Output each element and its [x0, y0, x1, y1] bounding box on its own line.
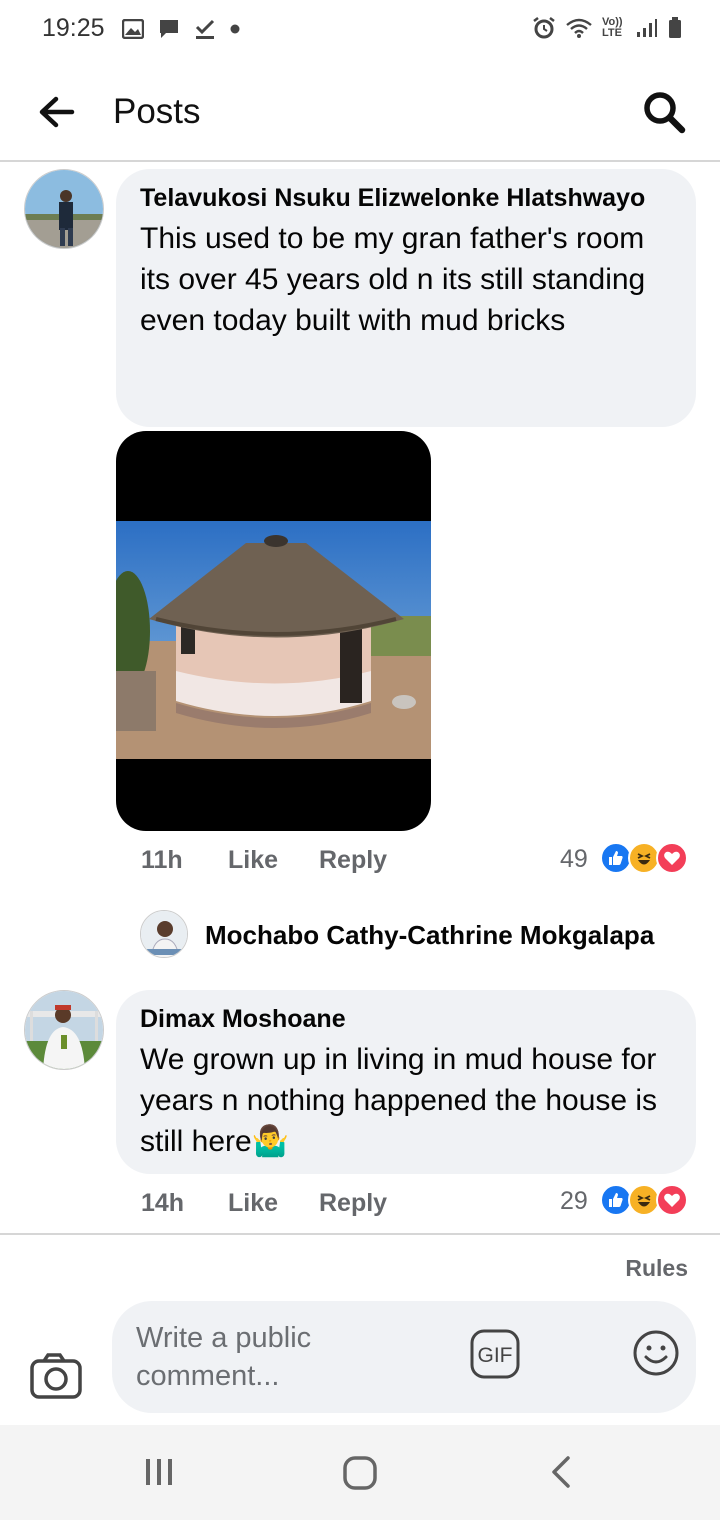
status-bar: 19:25 Vo)) LTE [0, 0, 720, 62]
system-nav-bar [0, 1425, 720, 1520]
image-icon [122, 19, 144, 39]
gif-icon[interactable]: GIF [470, 1329, 520, 1379]
love-icon [656, 1184, 688, 1216]
shrug-emoji: 🤷‍♂️ [251, 1125, 290, 1158]
rules-link[interactable]: Rules [625, 1255, 688, 1282]
reply-author[interactable]: Mochabo Cathy-Cathrine Mokgalapa [205, 920, 654, 951]
comment-author[interactable]: Dimax Moshoane [140, 1004, 672, 1035]
emoji-icon[interactable] [632, 1329, 680, 1377]
home-icon[interactable] [342, 1455, 378, 1491]
reply-button[interactable]: Reply [319, 1189, 387, 1218]
reaction-icons[interactable] [600, 842, 688, 874]
wifi-icon [566, 18, 592, 38]
reaction-count[interactable]: 29 [560, 1187, 588, 1216]
comment-input[interactable]: Write a public comment... GIF [112, 1301, 696, 1413]
love-icon [656, 842, 688, 874]
reaction-count[interactable]: 49 [560, 845, 588, 874]
comment-time: 14h [141, 1189, 185, 1217]
camera-icon[interactable] [30, 1353, 82, 1399]
signal-icon [637, 19, 657, 37]
comment-bubble: Dimax Moshoane We grown up in living in … [116, 990, 696, 1174]
status-left-icons [122, 18, 240, 40]
chat-icon [160, 20, 178, 38]
app-header: Posts [0, 62, 720, 162]
comment-bubble: Telavukosi Nsuku Elizwelonke Hlatshwayo … [116, 169, 696, 427]
comment-text: This used to be my gran father's room it… [140, 222, 646, 337]
like-button[interactable]: Like [228, 846, 278, 875]
back-arrow-icon[interactable] [36, 92, 76, 132]
reply-avatar[interactable] [140, 910, 188, 958]
comment-author[interactable]: Telavukosi Nsuku Elizwelonke Hlatshwayo [140, 183, 672, 214]
comment-text: We grown up in living in mud house for y… [140, 1039, 672, 1162]
comment-time: 11h [141, 846, 183, 874]
comment-text-body: We grown up in living in mud house for y… [140, 1043, 658, 1158]
check-icon [195, 19, 215, 39]
page-title: Posts [113, 92, 201, 131]
battery-icon [669, 17, 681, 38]
recents-icon[interactable] [142, 1455, 176, 1489]
dot-icon [230, 24, 240, 34]
back-icon[interactable] [548, 1455, 574, 1489]
status-right-icons: Vo)) LTE [532, 16, 682, 40]
gif-label: GIF [478, 1344, 513, 1367]
reply-button[interactable]: Reply [319, 846, 387, 875]
like-button[interactable]: Like [228, 1189, 278, 1218]
alarm-icon [533, 17, 555, 39]
avatar[interactable] [24, 990, 104, 1070]
hut-photo [116, 521, 431, 759]
status-time: 19:25 [42, 14, 105, 42]
reaction-icons[interactable] [600, 1184, 688, 1216]
comment-photo[interactable] [116, 431, 431, 831]
volte-icon: Vo)) LTE [602, 16, 623, 39]
avatar[interactable] [24, 169, 104, 249]
comment-composer: Rules Write a public comment... GIF [0, 1233, 720, 1423]
search-icon[interactable] [640, 88, 688, 136]
comment-placeholder: Write a public comment... [136, 1322, 312, 1392]
